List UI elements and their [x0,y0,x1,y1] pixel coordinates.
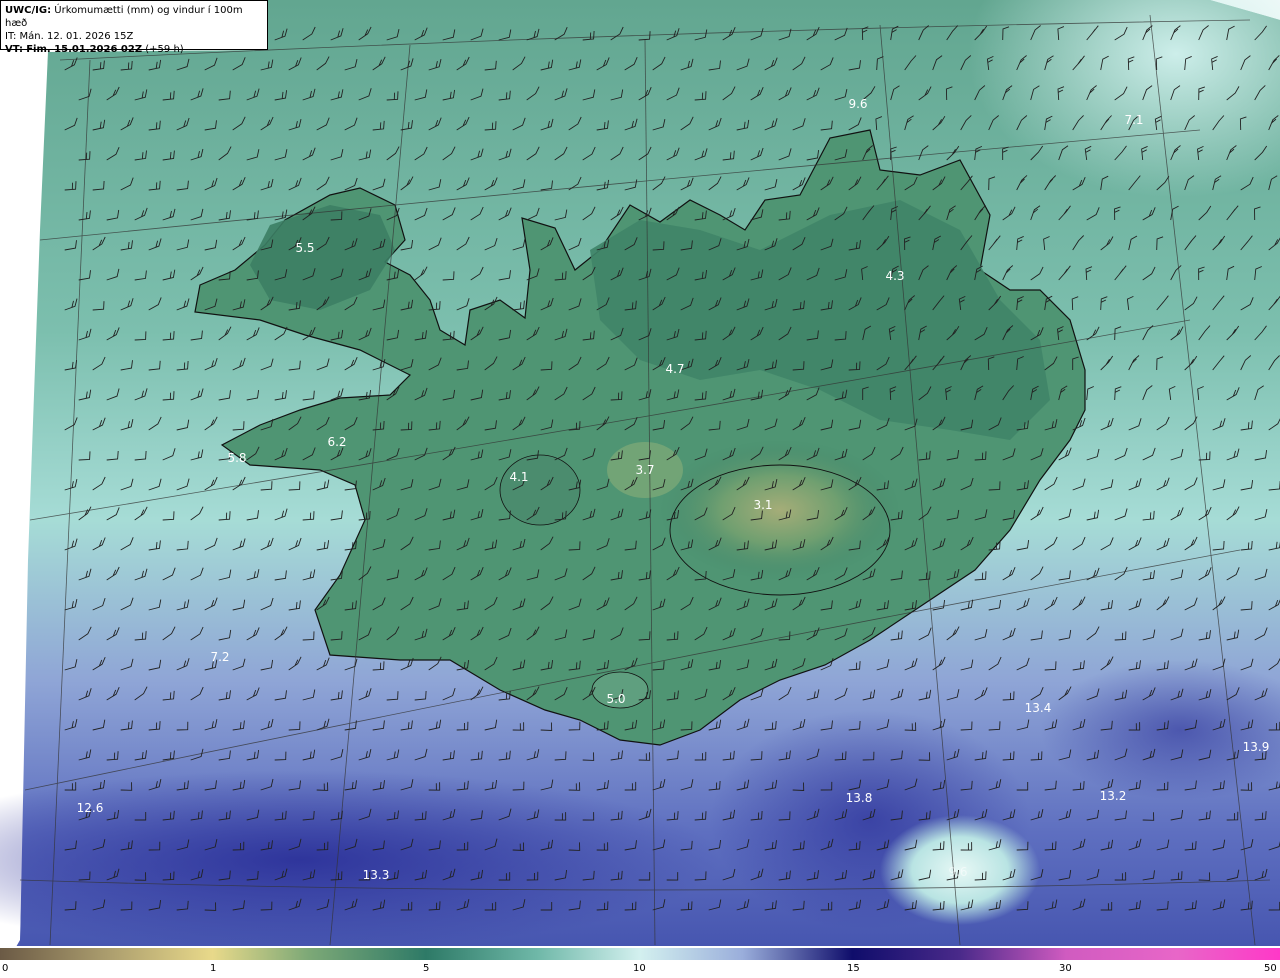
map-label: 13.2 [1100,789,1127,803]
colorbar-labels: 0 1 5 10 15 30 50 [0,962,1280,978]
map-label: 3.1 [753,498,772,512]
glacier-eiriksjokull [499,454,581,526]
valid-time-line: VT: Fim. 15.01.2026 02Z (+59 h) [5,43,263,56]
colorbar-gradient [0,948,1280,960]
map-label: 3.7 [635,463,654,477]
lead-time: (+59 h) [145,44,184,55]
map-label: 9.6 [948,865,967,879]
map-label: 13.3 [363,868,390,882]
valid-prefix: VT: [5,44,24,55]
product-code: UWC/IG: [5,5,52,16]
header-title-line: UWC/IG: Úrkomumætti (mm) og vindur í 100… [5,4,263,30]
map-label: 5.5 [295,241,314,255]
map-label: 9.6 [848,97,867,111]
map-header: UWC/IG: Úrkomumætti (mm) og vindur í 100… [0,0,268,55]
map-label: 5.8 [227,451,246,465]
colorbar-tick: 1 [210,963,217,974]
colorbar-tick: 10 [633,963,646,974]
valid-time: Fim. 15.01.2026 02Z [26,44,143,55]
colorbar-tick: 0 [2,963,9,974]
map-label: 13.8 [846,791,873,805]
map-label: 13.9 [1243,740,1270,754]
colorbar-tick: 5 [423,963,430,974]
highland-dry-zone [660,440,900,580]
colorbar [0,948,1280,960]
map-label: 13.4 [1025,701,1052,715]
precipitable-water-map: 9.6 7.1 5.5 4.3 4.7 6.2 5.8 4.1 3.7 3.1 … [0,0,1280,946]
map-label: 7.1 [1124,113,1143,127]
colorbar-tick: 50 [1264,963,1277,974]
map-label: 4.3 [885,269,904,283]
colorbar-tick: 30 [1059,963,1072,974]
colorbar-tick: 15 [847,963,860,974]
map-label: 4.7 [665,362,684,376]
map-label: 6.2 [327,435,346,449]
map-label: 12.6 [77,801,104,815]
map-label: 4.1 [509,470,528,484]
init-time: IT: Mán. 12. 01. 2026 15Z [5,31,134,42]
map-label: 5.0 [606,692,625,706]
map-label: 7.2 [210,650,229,664]
